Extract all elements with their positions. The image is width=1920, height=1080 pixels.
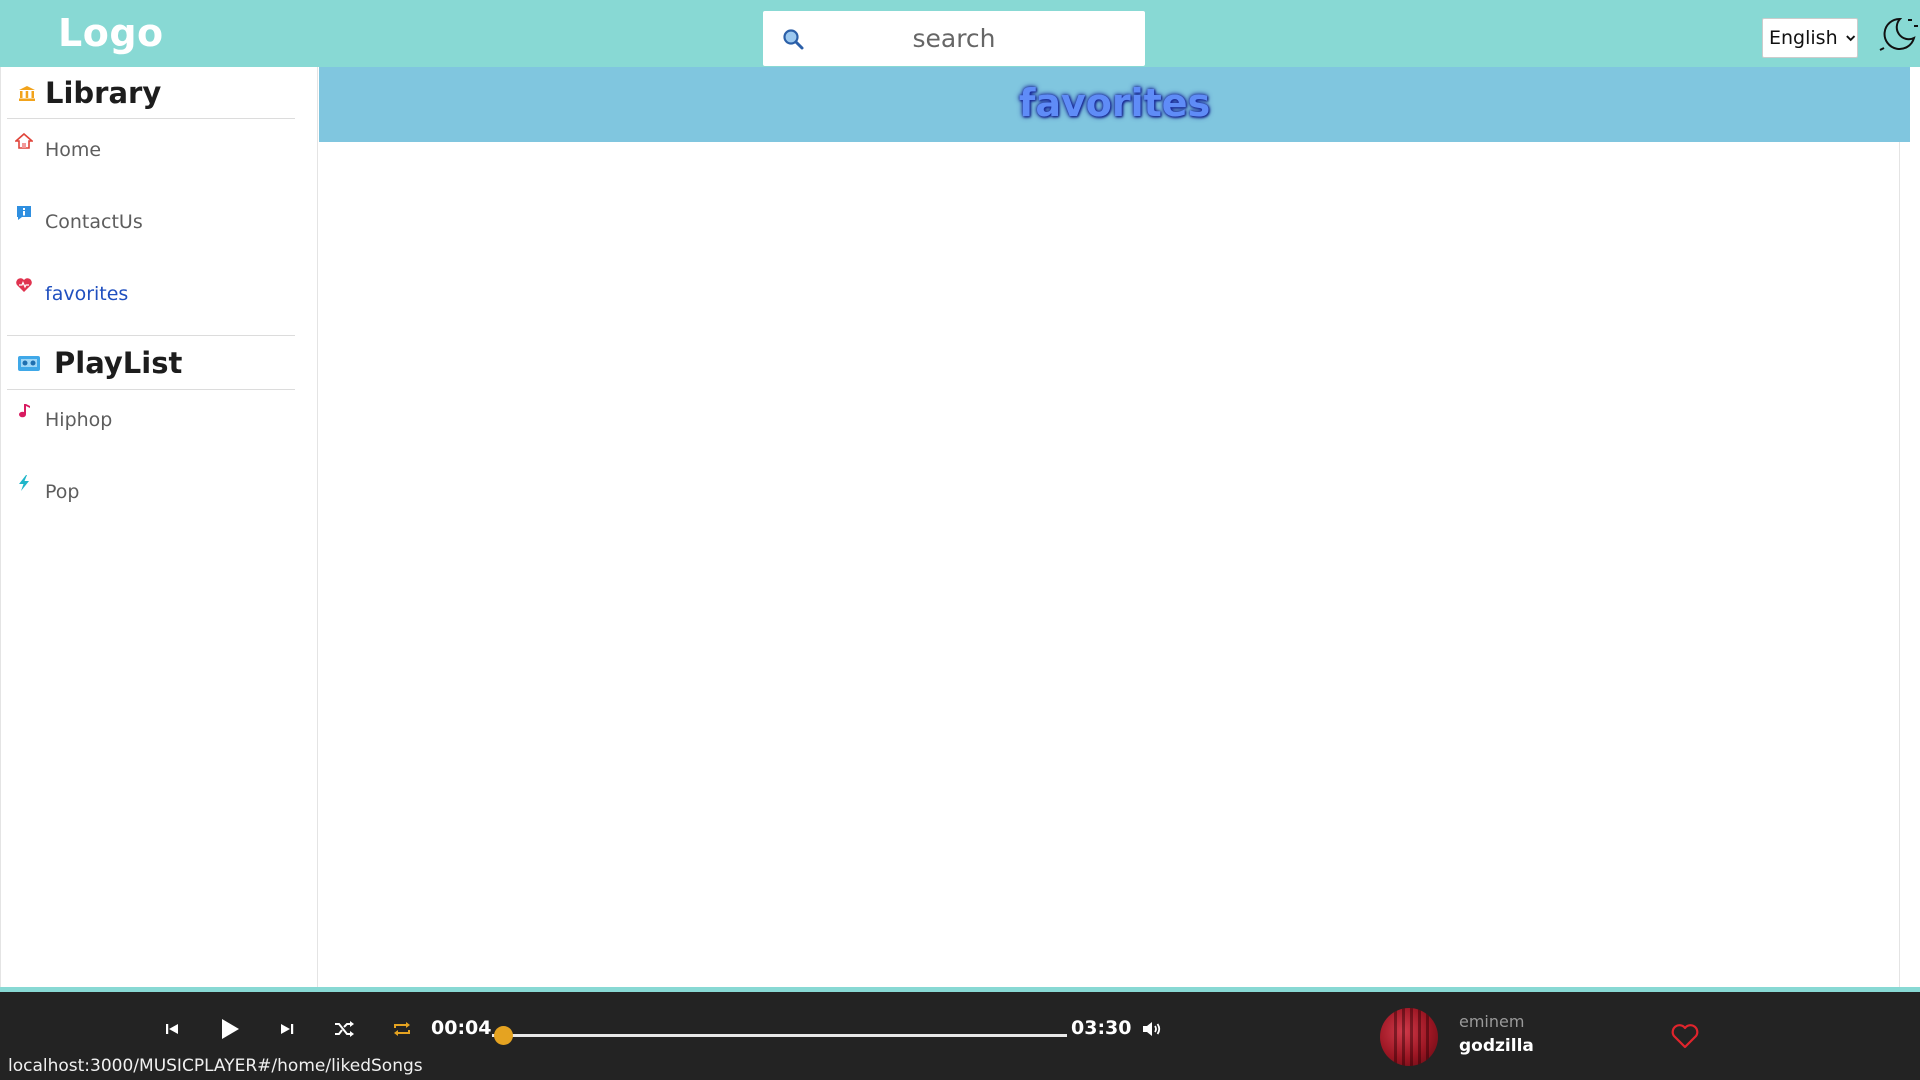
next-icon[interactable] <box>276 1018 298 1040</box>
library-section-header: Library <box>7 67 295 119</box>
progress-slider[interactable] <box>492 1026 1067 1045</box>
volume-icon[interactable] <box>1141 1018 1163 1040</box>
library-icon <box>19 86 35 101</box>
artist-name: eminem <box>1459 1012 1525 1031</box>
song-title: godzilla <box>1459 1036 1534 1056</box>
repeat-icon[interactable] <box>391 1018 413 1040</box>
music-player-app: Logo English <box>0 0 1920 1080</box>
sidebar: Library Home ContactUs favorites PlayLis… <box>0 67 318 987</box>
sidebar-item-label: favorites <box>45 283 129 305</box>
heart-icon <box>16 278 32 292</box>
shuffle-icon[interactable] <box>333 1018 355 1040</box>
chevron-down-icon <box>1845 35 1855 42</box>
cassette-icon <box>18 356 40 371</box>
top-bar: Logo English <box>0 0 1920 67</box>
sidebar-item-label: Hiphop <box>45 409 113 431</box>
language-select[interactable]: English <box>1762 18 1858 58</box>
info-icon <box>17 206 31 220</box>
main-content: favorites <box>319 67 1910 987</box>
playlist-section-header: PlayList <box>7 335 295 390</box>
library-title: Library <box>45 75 162 110</box>
logo[interactable]: Logo <box>58 11 164 55</box>
sidebar-item-home[interactable]: Home <box>15 130 295 170</box>
sidebar-item-pop[interactable]: Pop <box>15 472 295 512</box>
sidebar-item-label: ContactUs <box>45 211 143 233</box>
page-header: favorites <box>319 67 1910 142</box>
lightning-icon <box>19 475 29 491</box>
sidebar-item-label: Pop <box>45 481 80 503</box>
duration: 03:30 <box>1071 1017 1132 1039</box>
sidebar-item-hiphop[interactable]: Hiphop <box>15 400 295 440</box>
sidebar-item-label: Home <box>45 139 102 161</box>
album-art <box>1380 1008 1438 1066</box>
previous-icon[interactable] <box>161 1018 183 1040</box>
current-time: 00:04 <box>431 1017 492 1039</box>
search-icon <box>783 29 804 50</box>
home-icon <box>15 132 33 149</box>
music-note-icon <box>19 404 30 418</box>
heart-outline-icon[interactable] <box>1670 1022 1700 1050</box>
playlist-title: PlayList <box>54 345 183 380</box>
progress-thumb[interactable] <box>493 1026 513 1045</box>
search-input[interactable] <box>763 11 1145 66</box>
language-select-value: English <box>1769 27 1838 49</box>
play-icon[interactable] <box>216 1016 242 1042</box>
sidebar-item-contactus[interactable]: ContactUs <box>15 202 295 242</box>
status-bar-url: localhost:3000/MUSICPLAYER#/home/likedSo… <box>0 1052 431 1080</box>
sidebar-item-favorites[interactable]: favorites <box>15 274 295 314</box>
moon-icon[interactable] <box>1878 14 1918 54</box>
search-box[interactable] <box>763 11 1145 66</box>
page-title: favorites <box>1018 81 1211 125</box>
